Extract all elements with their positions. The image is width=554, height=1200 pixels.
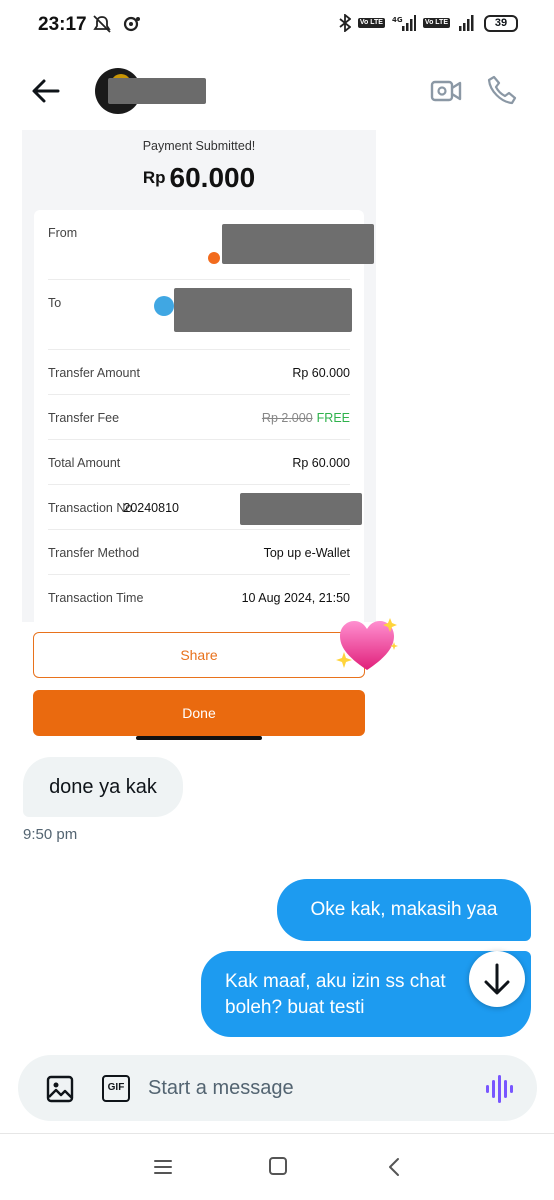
- volte-badge: Vo LTE: [357, 18, 385, 28]
- receipt-row: Transfer Amount Rp 60.000: [48, 350, 350, 395]
- phone-icon[interactable]: [486, 74, 518, 106]
- chat-header: [0, 60, 554, 122]
- signal-icon-2: [459, 15, 474, 31]
- recent-apps-icon[interactable]: [152, 1156, 174, 1178]
- receipt-amount: Rp 60.000: [22, 162, 376, 194]
- receipt-row-label: Transfer Amount: [48, 366, 140, 380]
- back-icon[interactable]: [384, 1156, 404, 1178]
- ewallet-badge-icon: [154, 296, 174, 316]
- arrow-left-icon[interactable]: [30, 76, 62, 106]
- fee-free: FREE: [316, 411, 350, 425]
- receipt-row-to: To: [48, 280, 352, 350]
- receipt-row-label: Transfer Method: [48, 546, 140, 560]
- chat-notification-icon: [123, 16, 140, 32]
- battery-indicator: 39: [484, 14, 518, 32]
- message-composer: GIF: [18, 1055, 537, 1121]
- image-icon[interactable]: [46, 1075, 74, 1103]
- message-timestamp: 9:50 pm: [23, 826, 78, 843]
- receipt-row-value: Top up e-Wallet: [263, 546, 350, 560]
- receipt-row-value: Rp 2.000 FREE: [262, 411, 350, 425]
- recipient-redacted: [174, 288, 352, 332]
- receipt-row: Transaction No. 20240810: [48, 485, 362, 530]
- contact-name-redacted[interactable]: [108, 78, 206, 104]
- receipt-row-value: 20240810: [123, 501, 179, 515]
- receipt-row-value: 10 Aug 2024, 21:50: [241, 591, 350, 605]
- arrow-down-icon[interactable]: [469, 951, 525, 1007]
- receipt-row-label: Transaction Time: [48, 591, 144, 605]
- svg-text:4G: 4G: [392, 16, 403, 24]
- payment-receipt-image[interactable]: Payment Submitted! Rp 60.000 From To Tran…: [22, 130, 376, 622]
- home-icon[interactable]: [268, 1156, 288, 1176]
- message-input[interactable]: [148, 1071, 448, 1105]
- receipt-row: Transaction Time 10 Aug 2024, 21:50: [48, 575, 350, 620]
- system-nav-bar: [0, 1133, 554, 1200]
- status-time: 23:17: [38, 14, 87, 35]
- receipt-row: Transfer Fee Rp 2.000 FREE: [48, 395, 350, 440]
- message-bubble-incoming[interactable]: done ya kak: [23, 757, 183, 817]
- receipt-to-label: To: [48, 296, 62, 310]
- wallet-badge-icon: [208, 252, 220, 264]
- receipt-row: Total Amount Rp 60.000: [48, 440, 350, 485]
- volte-badge-2: Vo LTE: [422, 18, 450, 28]
- status-bar: 23:17 Vo LTE 4G Vo LTE 39: [0, 0, 554, 50]
- bell-off-icon: [93, 15, 111, 33]
- receipt-currency: Rp: [142, 168, 166, 187]
- receipt-row-value: Rp 60.000: [292, 366, 350, 380]
- receipt-row-from: From: [48, 210, 374, 280]
- receipt-from-label: From: [48, 226, 78, 240]
- signal-icon: 4G: [392, 15, 416, 31]
- transaction-no-redacted: [240, 493, 362, 525]
- receipt-row-label: Transfer Fee: [48, 411, 120, 425]
- receipt-details: From To Transfer Amount Rp 60.000 Transf…: [34, 210, 374, 622]
- receipt-row-value: Rp 60.000: [292, 456, 350, 470]
- receipt-done-button: Done: [33, 690, 365, 736]
- receipt-share-button: Share: [33, 632, 365, 678]
- gif-button[interactable]: GIF: [102, 1075, 130, 1102]
- receipt-row-label: Total Amount: [48, 456, 121, 470]
- fee-original: Rp 2.000: [261, 411, 313, 425]
- receipt-home-indicator: [136, 736, 262, 740]
- receipt-row: Transfer Method Top up e-Wallet: [48, 530, 350, 575]
- sparkling-heart-reaction-icon[interactable]: [334, 614, 400, 676]
- message-bubble-outgoing[interactable]: Oke kak, makasih yaa: [277, 879, 531, 941]
- voice-message-icon[interactable]: [485, 1075, 515, 1103]
- video-icon[interactable]: [430, 76, 464, 106]
- bluetooth-icon: [339, 14, 351, 32]
- sender-redacted: [222, 224, 374, 264]
- receipt-amount-value: 60.000: [169, 162, 256, 193]
- receipt-status: Payment Submitted!: [142, 139, 256, 153]
